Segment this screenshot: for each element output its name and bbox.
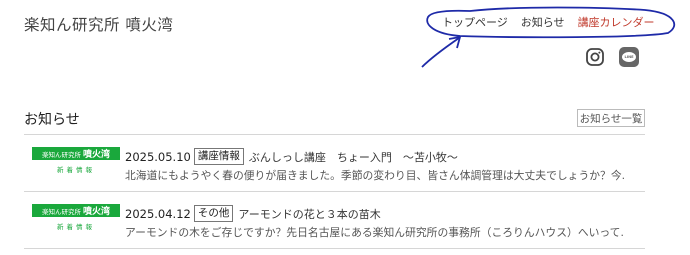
nav-top-page[interactable]: トップページ: [442, 14, 508, 30]
thumb-label-sub: 新着情報: [57, 166, 95, 174]
news-thumbnail: 楽知ん研究所 噴火湾 新着情報: [32, 147, 120, 174]
news-category-badge[interactable]: その他: [193, 205, 234, 222]
site-title[interactable]: 楽知ん研究所 噴火湾: [24, 13, 173, 35]
news-category-badge[interactable]: 講座情報: [193, 148, 244, 165]
nav-news[interactable]: お知らせ: [521, 14, 565, 30]
news-excerpt: アーモンドの木をご存じですか？先日名古屋にある楽知ん研究所の事務所（ころりんハウ…: [125, 226, 625, 239]
main-nav: トップページ お知らせ 講座カレンダー: [442, 14, 655, 30]
news-title[interactable]: ぶんしっし講座 ちょー入門 ～苫小牧～: [249, 149, 458, 165]
instagram-link[interactable]: [585, 47, 605, 67]
thumb-label-sub: 新着情報: [57, 223, 95, 231]
nav-course-calendar[interactable]: 講座カレンダー: [578, 14, 655, 30]
news-item[interactable]: 楽知ん研究所 噴火湾 新着情報 2025.04.12 その他 アーモンドの花と３…: [24, 192, 645, 242]
thumb-label-big: 噴火湾: [82, 150, 110, 160]
instagram-icon: [586, 48, 604, 66]
news-excerpt: 北海道にもようやく春の便りが届きました。季節の変わり目、皆さん体調管理は大丈夫で…: [125, 169, 625, 182]
news-title[interactable]: アーモンドの花と３本の苗木: [238, 206, 380, 222]
news-list-button[interactable]: お知らせ一覧: [577, 109, 645, 127]
thumb-label-big: 噴火湾: [82, 207, 110, 217]
news-item[interactable]: 楽知ん研究所 噴火湾 新着情報 2025.05.10 講座情報 ぶんしっし講座 …: [24, 135, 645, 185]
thumb-label-small: 楽知ん研究所: [41, 207, 81, 216]
line-icon: LINE: [622, 52, 636, 62]
news-date: 2025.05.10: [125, 149, 191, 164]
thumb-label-small: 楽知ん研究所: [41, 150, 81, 159]
divider: [24, 248, 645, 249]
news-section-title: お知らせ: [24, 112, 80, 128]
news-thumbnail: 楽知ん研究所 噴火湾 新着情報: [32, 204, 120, 231]
news-date: 2025.04.12: [125, 206, 191, 221]
line-link[interactable]: LINE: [619, 47, 639, 67]
